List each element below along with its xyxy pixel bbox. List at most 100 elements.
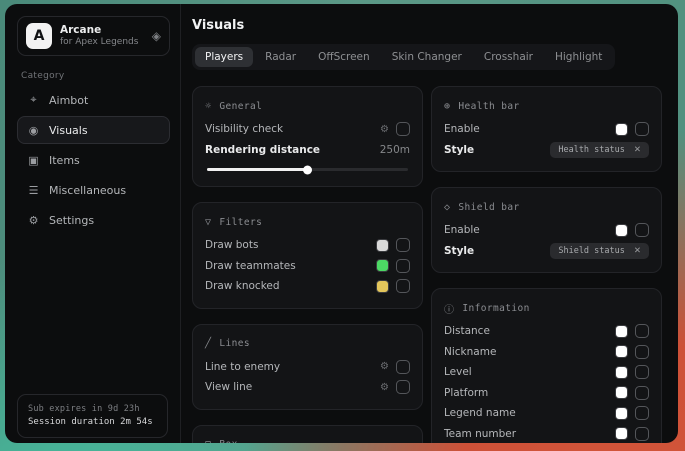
card-title-text: General — [219, 101, 262, 112]
setting-row-shield-enable: Enable — [444, 220, 649, 241]
setting-label: Draw teammates — [205, 260, 376, 272]
setting-row-health-style: Style Health status ✕ — [444, 140, 649, 161]
health-enable-checkbox[interactable] — [635, 122, 649, 136]
card-title-text: Lines — [219, 338, 250, 349]
sub-expiry-text: Sub expires in 9d 23h — [28, 403, 157, 416]
setting-row-draw-teammates: Draw teammates — [205, 256, 410, 277]
shield-enable-checkbox[interactable] — [635, 223, 649, 237]
profile-text: Arcane for Apex Legends — [60, 24, 144, 48]
line-to-enemy-checkbox[interactable] — [396, 360, 410, 374]
sidebar-item-label: Miscellaneous — [49, 184, 126, 197]
card-title-text: Filters — [219, 217, 262, 228]
sidebar-item-settings[interactable]: ⚙ Settings — [17, 206, 170, 234]
draw-teammates-checkbox[interactable] — [396, 259, 410, 273]
general-icon: ☼ — [205, 101, 211, 112]
setting-label: Level — [444, 366, 615, 378]
sidebar-item-label: Settings — [49, 214, 94, 227]
card-title-text: Box — [219, 439, 237, 443]
setting-label: Distance — [444, 325, 615, 337]
cube-icon: ▣ — [27, 154, 40, 167]
visibility-check-checkbox[interactable] — [396, 122, 410, 136]
sidebar-item-items[interactable]: ▣ Items — [17, 146, 170, 174]
setting-label: View line — [205, 381, 380, 393]
color-swatch[interactable] — [615, 366, 628, 379]
card-shield-bar: ◇ Shield bar Enable Style Shield stat — [431, 187, 662, 273]
team-number-checkbox[interactable] — [635, 427, 649, 441]
setting-label: Enable — [444, 224, 615, 236]
crosshair-icon: ⌖ — [27, 93, 40, 107]
setting-row-team-number: Team number — [444, 424, 649, 444]
card-title-text: Health bar — [458, 101, 519, 112]
slider-thumb[interactable] — [303, 165, 312, 174]
nickname-checkbox[interactable] — [635, 345, 649, 359]
color-swatch[interactable] — [615, 427, 628, 440]
profile-box: A Arcane for Apex Legends ◈ — [17, 16, 170, 56]
sidebar-item-aimbot[interactable]: ⌖ Aimbot — [17, 86, 170, 114]
profile-settings-icon[interactable]: ◈ — [152, 29, 161, 43]
funnel-icon: ▽ — [205, 217, 211, 228]
setting-label: Style — [444, 245, 550, 257]
color-swatch[interactable] — [615, 325, 628, 338]
card-title-text: Shield bar — [458, 202, 519, 213]
setting-label: Style — [444, 144, 550, 156]
setting-row-health-enable: Enable — [444, 119, 649, 140]
close-icon[interactable]: ✕ — [634, 145, 641, 155]
page-title: Visuals — [192, 18, 662, 33]
color-swatch[interactable] — [376, 280, 389, 293]
setting-label: Visibility check — [205, 123, 380, 135]
rendering-distance-slider[interactable] — [207, 168, 408, 171]
setting-label: Line to enemy — [205, 361, 380, 373]
setting-row-visibility-check: Visibility check ⚙ — [205, 119, 410, 140]
setting-label: Draw bots — [205, 239, 376, 251]
draw-bots-checkbox[interactable] — [396, 238, 410, 252]
eye-icon: ◉ — [27, 124, 40, 137]
app-title: Arcane — [60, 24, 144, 37]
tab-radar[interactable]: Radar — [255, 47, 306, 67]
slider-fill — [207, 168, 308, 171]
color-swatch[interactable] — [615, 386, 628, 399]
color-swatch[interactable] — [615, 345, 628, 358]
shield-icon: ◇ — [444, 202, 450, 213]
sidebar: A Arcane for Apex Legends ◈ Category ⌖ A… — [5, 4, 181, 443]
sidebar-item-visuals[interactable]: ◉ Visuals — [17, 116, 170, 144]
color-swatch[interactable] — [376, 239, 389, 252]
color-swatch[interactable] — [615, 224, 628, 237]
tab-offscreen[interactable]: OffScreen — [308, 47, 380, 67]
setting-label: Legend name — [444, 407, 615, 419]
color-swatch[interactable] — [615, 123, 628, 136]
category-label: Category — [21, 71, 170, 81]
card-information: ⓘ Information Distance Nickname — [431, 288, 662, 443]
box-icon: ⊡ — [205, 439, 211, 443]
shield-style-select[interactable]: Shield status ✕ — [550, 243, 649, 259]
tab-skin-changer[interactable]: Skin Changer — [382, 47, 472, 67]
config-gear-icon[interactable]: ⚙ — [380, 382, 389, 393]
health-style-select[interactable]: Health status ✕ — [550, 142, 649, 158]
legend-name-checkbox[interactable] — [635, 406, 649, 420]
color-swatch[interactable] — [615, 407, 628, 420]
setting-label: Draw knocked — [205, 280, 376, 292]
config-gear-icon[interactable]: ⚙ — [380, 361, 389, 372]
tab-highlight[interactable]: Highlight — [545, 47, 612, 67]
setting-row-distance: Distance — [444, 321, 649, 342]
platform-checkbox[interactable] — [635, 386, 649, 400]
distance-checkbox[interactable] — [635, 324, 649, 338]
close-icon[interactable]: ✕ — [634, 246, 641, 256]
tab-crosshair[interactable]: Crosshair — [474, 47, 543, 67]
app-window: A Arcane for Apex Legends ◈ Category ⌖ A… — [5, 4, 678, 443]
session-duration-text: Session duration 2m 54s — [28, 416, 157, 430]
subscription-info-box: Sub expires in 9d 23h Session duration 2… — [17, 394, 168, 438]
left-column: ☼ General Visibility check ⚙ Rendering d… — [192, 86, 423, 443]
sidebar-item-label: Visuals — [49, 124, 88, 137]
setting-label: Enable — [444, 123, 615, 135]
sidebar-item-label: Items — [49, 154, 80, 167]
color-swatch[interactable] — [376, 259, 389, 272]
app-subtitle: for Apex Legends — [60, 37, 144, 48]
level-checkbox[interactable] — [635, 365, 649, 379]
info-icon: ⓘ — [444, 301, 454, 316]
sidebar-item-miscellaneous[interactable]: ☰ Miscellaneous — [17, 176, 170, 204]
config-gear-icon[interactable]: ⚙ — [380, 124, 389, 135]
tab-players[interactable]: Players — [195, 47, 253, 67]
draw-knocked-checkbox[interactable] — [396, 279, 410, 293]
setting-row-shield-style: Style Shield status ✕ — [444, 241, 649, 262]
view-line-checkbox[interactable] — [396, 380, 410, 394]
